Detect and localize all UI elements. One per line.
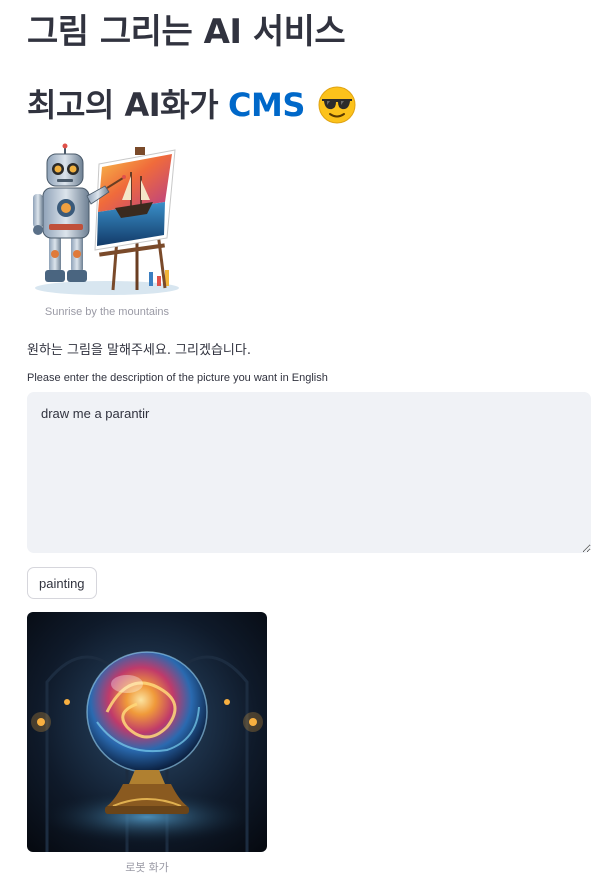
crystal-orb-image — [27, 612, 267, 852]
description-input-container — [27, 392, 591, 553]
result-figure: 로봇 화가 — [27, 612, 267, 875]
subtitle-prefix: 최고의 AI화가 — [27, 86, 219, 124]
result-image-caption: 로봇 화가 — [125, 862, 169, 874]
painting-button[interactable]: painting — [27, 567, 97, 599]
page-title: 그림 그리는 AI 서비스 — [27, 12, 346, 52]
robot-painter-image — [33, 143, 179, 295]
description-input[interactable] — [27, 392, 591, 553]
sunglasses-emoji-icon — [318, 86, 356, 124]
description-input-label: Please enter the description of the pict… — [27, 372, 328, 384]
hero-figure: Sunrise by the mountains — [27, 142, 187, 318]
page-subtitle: 최고의 AI화가 CMS — [27, 83, 357, 127]
prompt-instruction: 원하는 그림을 말해주세요. 그리겠습니다. — [27, 343, 251, 358]
subtitle-accent: CMS — [228, 86, 305, 124]
hero-image-caption: Sunrise by the mountains — [44, 306, 170, 318]
